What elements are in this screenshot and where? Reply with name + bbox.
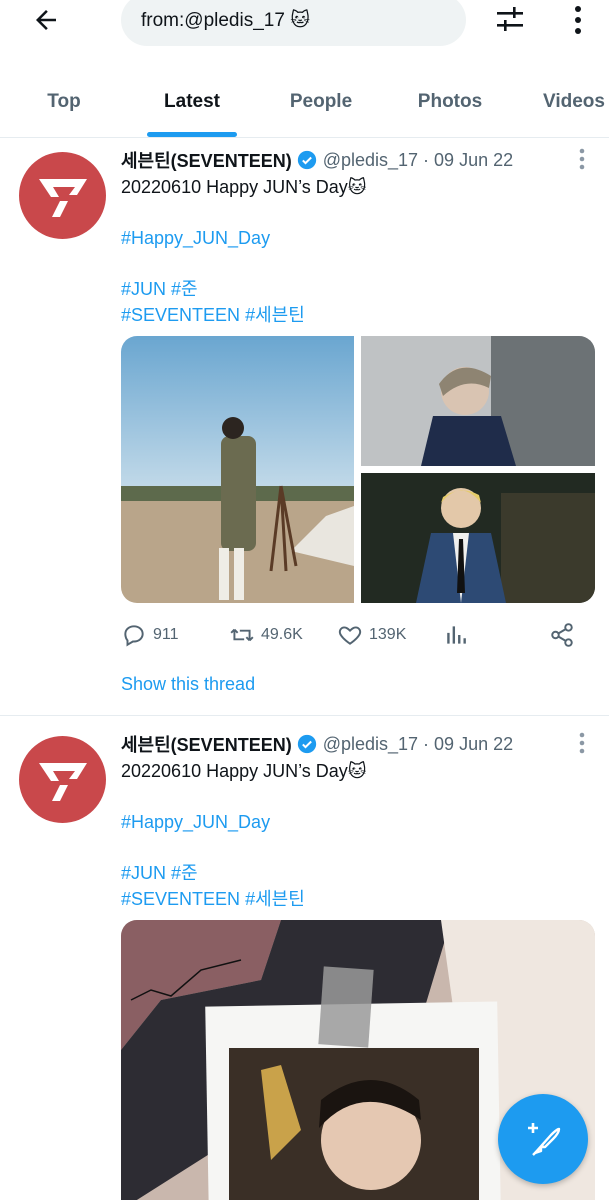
hashtag-link[interactable]: #JUN [121,863,166,883]
seventeen-logo-icon [38,762,87,801]
tweet-date[interactable]: 09 Jun 22 [434,734,513,755]
author-handle[interactable]: @pledis_17 [323,734,418,755]
tweet-date[interactable]: 09 Jun 22 [434,150,513,171]
tab-top[interactable]: Top [18,68,110,136]
like-count: 139K [369,626,407,643]
share-button[interactable] [549,620,575,650]
search-input[interactable] [141,9,441,31]
analytics-icon [447,626,466,644]
more-options-button[interactable] [560,0,596,40]
reply-button[interactable]: 911 [121,620,179,650]
search-filter-button[interactable] [488,0,532,40]
divider [0,715,609,716]
back-button[interactable] [24,0,68,40]
tab-videos[interactable]: Videos [534,68,609,136]
hashtag-link[interactable]: #준 [171,863,198,883]
hashtag-link[interactable]: #세븐틴 [245,889,305,909]
search-box[interactable] [121,0,466,46]
compose-feather-icon [528,1123,561,1156]
retweet-count: 49.6K [261,626,303,643]
search-tabs: Top Latest People Photos Videos [0,68,609,138]
tweet-photo[interactable] [121,336,354,603]
verified-badge-icon [297,734,317,754]
hashtag-link[interactable]: #Happy_JUN_Day [121,809,270,835]
separator: · [423,733,430,754]
hashtag-link[interactable]: #준 [171,279,198,299]
active-tab-indicator [147,132,237,137]
hashtag-link[interactable]: #SEVENTEEN [121,889,240,909]
tab-people[interactable]: People [276,68,366,136]
retweet-button[interactable]: 49.6K [229,620,303,650]
tweet-photo[interactable] [361,473,595,603]
tweet-more-button[interactable] [570,146,594,172]
retweet-icon [230,628,254,642]
tweet-header: 세븐틴(SEVENTEEN) @pledis_17 · 09 Jun 22 [121,730,513,758]
like-icon [338,626,362,645]
avatar[interactable] [19,152,106,239]
reply-icon [124,625,144,647]
like-button[interactable]: 139K [337,620,406,650]
author-handle[interactable]: @pledis_17 [323,150,418,171]
tweet-header: 세븐틴(SEVENTEEN) @pledis_17 · 09 Jun 22 [121,146,513,174]
separator: · [423,149,430,170]
hashtag-link[interactable]: #세븐틴 [245,305,305,325]
top-bar [0,0,609,60]
tweet-photo[interactable] [361,336,595,466]
verified-badge-icon [297,150,317,170]
more-vertical-icon [579,148,585,170]
hashtag-link[interactable]: #JUN [121,279,166,299]
seventeen-logo-icon [38,178,87,217]
more-vertical-icon [579,732,585,754]
show-thread-link[interactable]: Show this thread [121,674,255,695]
tweet[interactable]: 세븐틴(SEVENTEEN) @pledis_17 · 09 Jun 22 20… [0,138,609,715]
more-vertical-icon [575,6,581,34]
tweet-text: 20220610 Happy JUN’s Day🐱 [121,177,367,197]
author-name[interactable]: 세븐틴(SEVENTEEN) [121,731,292,757]
tab-photos[interactable]: Photos [400,68,500,136]
hashtag-link[interactable]: #SEVENTEEN [121,305,240,325]
hashtag-link[interactable]: #Happy_JUN_Day [121,225,270,251]
reply-count: 911 [153,626,179,643]
media-grid [121,336,595,603]
avatar[interactable] [19,736,106,823]
author-name[interactable]: 세븐틴(SEVENTEEN) [121,147,292,173]
filter-sliders-icon [497,7,523,31]
tweet-more-button[interactable] [570,730,594,756]
tab-latest[interactable]: Latest [147,68,237,136]
tweet-text: 20220610 Happy JUN’s Day🐱 [121,761,367,781]
analytics-button[interactable] [443,620,469,650]
back-arrow-icon [36,10,56,30]
compose-tweet-button[interactable] [498,1094,588,1184]
tweet-actions: 911 49.6K 139K [121,620,581,650]
share-icon [551,623,573,647]
